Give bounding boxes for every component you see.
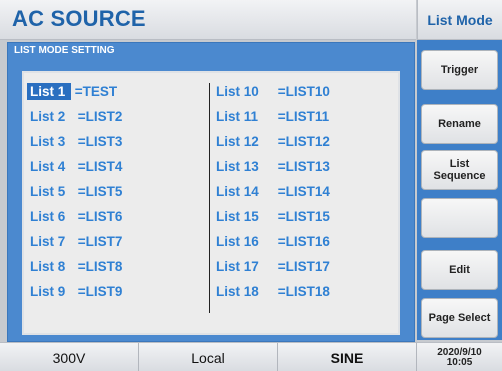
list-name: TEST: [82, 84, 118, 99]
list-name: LIST2: [85, 109, 123, 124]
list-item-4[interactable]: List 4 = LIST4: [30, 154, 210, 179]
list-sep: =: [274, 209, 286, 224]
list-column-right: List 10 = LIST10 List 11 = LIST11 List 12 …: [216, 79, 396, 304]
title-bar: AC SOURCE: [0, 0, 416, 40]
list-item-9[interactable]: List 9 = LIST9: [30, 279, 210, 304]
list-key: List 2: [30, 109, 66, 124]
list-key: List 9: [30, 284, 66, 299]
list-name: LIST17: [285, 259, 330, 274]
list-key: List 8: [30, 259, 66, 274]
list-name: LIST12: [285, 134, 330, 149]
list-name: LIST4: [85, 159, 123, 174]
status-bar: 300V Local SINE 2020/9/10 10:05: [0, 342, 502, 371]
list-key: List 5: [30, 184, 66, 199]
list-item-16[interactable]: List 16 = LIST16: [216, 229, 396, 254]
voltage-status: 300V: [0, 343, 139, 371]
list-name: LIST3: [85, 134, 123, 149]
list-sep: =: [274, 184, 286, 199]
instrument-screen: AC SOURCE List Mode LIST MODE SETTING Li…: [0, 0, 502, 371]
waveform-status: SINE: [278, 343, 417, 371]
list-name: LIST15: [285, 209, 330, 224]
list-sep: =: [74, 159, 86, 174]
list-sep: =: [74, 209, 86, 224]
list-sep: =: [74, 109, 86, 124]
list-name: LIST10: [285, 84, 330, 99]
list-item-10[interactable]: List 10 = LIST10: [216, 79, 396, 104]
list-column-left: List 1 = TEST List 2 = LIST2 List 3 = LIST3…: [27, 79, 210, 304]
list-item-12[interactable]: List 12 = LIST12: [216, 129, 396, 154]
list-key: List 6: [30, 209, 66, 224]
list-sequence-button[interactable]: List Sequence: [421, 150, 498, 190]
list-item-6[interactable]: List 6 = LIST6: [30, 204, 210, 229]
list-name: LIST7: [85, 234, 123, 249]
time-text: 10:05: [446, 356, 473, 368]
list-key: List 13: [216, 159, 259, 174]
list-key: List 14: [216, 184, 259, 199]
list-sep: =: [274, 234, 286, 249]
list-item-13[interactable]: List 13 = LIST13: [216, 154, 396, 179]
list-item-3[interactable]: List 3 = LIST3: [30, 129, 210, 154]
list-key: List 7: [30, 234, 66, 249]
app-title: AC SOURCE: [12, 6, 146, 31]
list-name: LIST14: [285, 184, 330, 199]
softkey-sidebar: Trigger Rename List Sequence Edit Page S…: [417, 40, 502, 340]
list-sep: =: [274, 109, 286, 124]
list-sequence-label-line1: List: [449, 158, 470, 170]
list-area: List 1 = TEST List 2 = LIST2 List 3 = LIST3…: [22, 71, 400, 335]
list-key: List 1: [27, 83, 71, 100]
list-item-2[interactable]: List 2 = LIST2: [30, 104, 210, 129]
edit-button[interactable]: Edit: [421, 250, 498, 290]
list-sep: =: [274, 159, 286, 174]
list-item-18[interactable]: List 18 = LIST18: [216, 279, 396, 304]
list-sep: =: [274, 84, 286, 99]
list-key: List 12: [216, 134, 259, 149]
list-key: List 17: [216, 259, 259, 274]
list-sep: =: [274, 259, 286, 274]
list-item-17[interactable]: List 17 = LIST17: [216, 254, 396, 279]
list-sequence-label-line2: Sequence: [433, 170, 486, 182]
list-sep: =: [71, 84, 83, 99]
list-name: LIST11: [285, 109, 330, 124]
list-sep: =: [74, 184, 86, 199]
control-status: Local: [139, 343, 278, 371]
list-key: List 18: [216, 284, 259, 299]
list-sep: =: [274, 284, 286, 299]
list-sep: =: [74, 284, 86, 299]
list-item-7[interactable]: List 7 = LIST7: [30, 229, 210, 254]
list-sep: =: [74, 234, 86, 249]
list-key: List 16: [216, 234, 259, 249]
trigger-button[interactable]: Trigger: [421, 50, 498, 90]
list-key: List 4: [30, 159, 66, 174]
list-item-11[interactable]: List 11 = LIST11: [216, 104, 396, 129]
datetime-display: 2020/9/10 10:05: [417, 343, 502, 371]
list-sep: =: [274, 134, 286, 149]
list-item-8[interactable]: List 8 = LIST8: [30, 254, 210, 279]
list-key: List 15: [216, 209, 259, 224]
list-name: LIST8: [85, 259, 123, 274]
mode-label: List Mode: [417, 0, 502, 40]
list-name: LIST13: [285, 159, 330, 174]
list-name: LIST6: [85, 209, 123, 224]
list-name: LIST18: [285, 284, 330, 299]
page-select-button[interactable]: Page Select: [421, 298, 498, 338]
list-name: LIST16: [285, 234, 330, 249]
date-text: 2020/9/10: [437, 346, 482, 358]
list-item-15[interactable]: List 15 = LIST15: [216, 204, 396, 229]
list-key: List 11: [216, 109, 259, 124]
list-item-1[interactable]: List 1 = TEST: [27, 79, 210, 104]
list-item-5[interactable]: List 5 = LIST5: [30, 179, 210, 204]
list-key: List 3: [30, 134, 66, 149]
list-item-14[interactable]: List 14 = LIST14: [216, 179, 396, 204]
rename-button[interactable]: Rename: [421, 104, 498, 144]
list-sep: =: [74, 134, 86, 149]
list-name: LIST9: [85, 284, 123, 299]
list-sep: =: [74, 259, 86, 274]
panel-title: LIST MODE SETTING: [14, 45, 115, 56]
list-mode-setting-panel: LIST MODE SETTING List 1 = TEST List 2 = L…: [7, 42, 415, 342]
list-name: LIST5: [85, 184, 123, 199]
blank-softkey[interactable]: [421, 198, 498, 238]
list-key: List 10: [216, 84, 259, 99]
